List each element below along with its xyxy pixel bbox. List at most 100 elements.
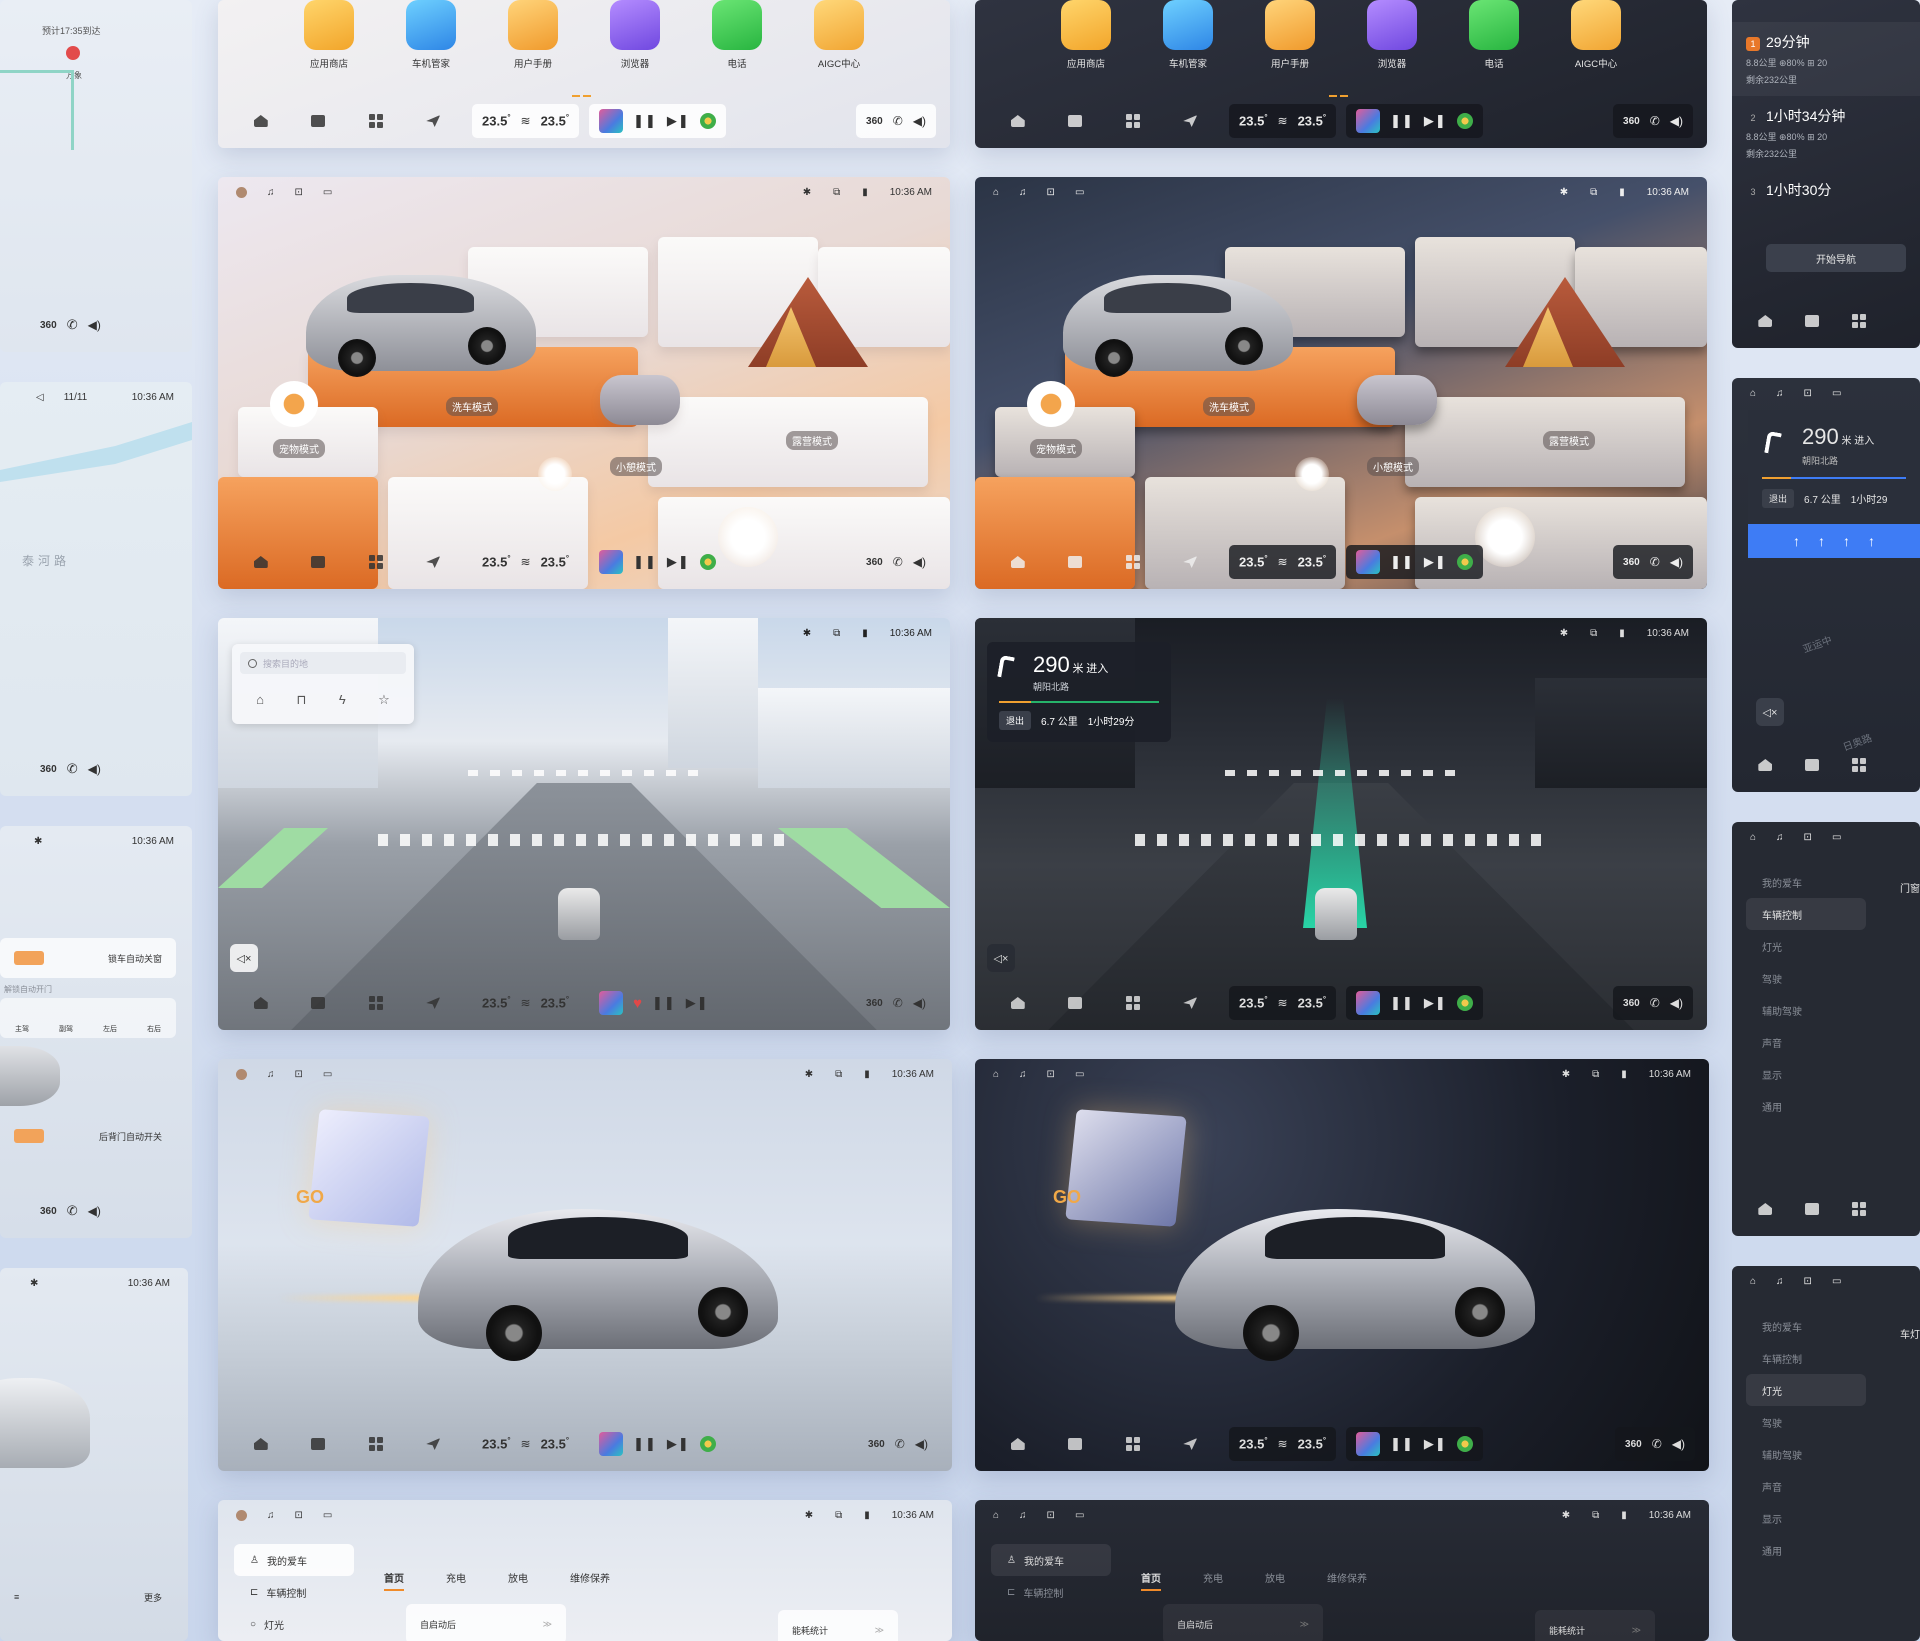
- mute-button[interactable]: ◁×: [1756, 698, 1784, 726]
- music-app-icon[interactable]: [699, 113, 716, 129]
- heart-icon[interactable]: ♥: [633, 995, 642, 1012]
- app-carmgr[interactable]: 车机管家: [1157, 0, 1219, 70]
- home-icon[interactable]: [253, 556, 268, 568]
- home-icon[interactable]: [253, 1438, 268, 1450]
- music-app-icon[interactable]: [1456, 554, 1473, 570]
- toggle-switch[interactable]: [14, 1129, 44, 1143]
- paw-icon[interactable]: [1027, 381, 1075, 427]
- temp-right[interactable]: 23.5°: [1298, 1436, 1327, 1451]
- next-icon[interactable]: ▶❚: [1424, 554, 1447, 570]
- climate-pill[interactable]: 23.5° ≋ 23.5°: [1229, 545, 1337, 579]
- camera-360-icon[interactable]: 360: [868, 1439, 885, 1450]
- car-icon[interactable]: [1068, 997, 1083, 1009]
- volume-icon[interactable]: ◀): [88, 762, 101, 776]
- fan-icon[interactable]: ≋: [521, 996, 531, 1010]
- fan-icon[interactable]: ≋: [521, 1437, 531, 1451]
- sidebar-item-general[interactable]: 通用: [1746, 1534, 1866, 1566]
- seat-label[interactable]: 左后: [103, 1024, 117, 1034]
- camera-360-icon[interactable]: 360: [1623, 116, 1640, 127]
- volume-icon[interactable]: ◀): [913, 114, 926, 128]
- climate-pill[interactable]: 23.5° ≋ 23.5°: [472, 1427, 579, 1461]
- autostart-card[interactable]: 自启动后 ≫: [406, 1604, 566, 1641]
- sidebar-item-vehicle-control[interactable]: 车辆控制: [1746, 1342, 1866, 1374]
- next-icon[interactable]: ▶❚: [667, 554, 690, 570]
- climate-pill[interactable]: 23.5° ≋ 23.5°: [1229, 1427, 1337, 1461]
- sidebar-item-vehicle-control[interactable]: 车辆控制: [1746, 898, 1866, 930]
- app-appstore[interactable]: 应用商店: [298, 0, 360, 70]
- camp-mode-chip[interactable]: 露营模式: [1543, 431, 1595, 450]
- avatar[interactable]: ⌂: [1750, 1276, 1756, 1287]
- home-icon[interactable]: [1010, 556, 1025, 568]
- seat-label[interactable]: 主驾: [15, 1024, 29, 1034]
- app-carmgr[interactable]: 车机管家: [400, 0, 462, 70]
- volume-icon[interactable]: ◀): [915, 1437, 928, 1451]
- mute-button[interactable]: ◁×: [987, 944, 1015, 972]
- climate-pill[interactable]: 23.5° ≋ 23.5°: [1229, 986, 1337, 1020]
- exit-nav-button[interactable]: 退出: [999, 711, 1032, 730]
- temp-left[interactable]: 23.5°: [482, 113, 511, 128]
- lock-icon[interactable]: ⊡: [1047, 1069, 1055, 1080]
- app-aigc[interactable]: AIGC中心: [1565, 0, 1627, 70]
- sidebar-item-display[interactable]: 显示: [1746, 1058, 1866, 1090]
- album-art[interactable]: [599, 1432, 624, 1456]
- pause-icon[interactable]: ❚❚: [1390, 995, 1414, 1011]
- apps-grid-icon[interactable]: [1851, 1202, 1866, 1216]
- home-icon[interactable]: [253, 115, 268, 127]
- sidebar-item-driving[interactable]: 驾驶: [1746, 962, 1866, 994]
- sidebar-item-lights[interactable]: ○ 灯光: [234, 1608, 354, 1640]
- toggle-switch[interactable]: [14, 951, 44, 965]
- car-icon[interactable]: [311, 1438, 326, 1450]
- temp-right[interactable]: 23.5°: [1298, 995, 1327, 1010]
- temp-left[interactable]: 23.5°: [482, 554, 511, 569]
- camera-360-icon[interactable]: 360: [1623, 557, 1640, 568]
- volume-icon[interactable]: ◀): [913, 996, 926, 1010]
- apps-grid-icon[interactable]: [368, 114, 383, 128]
- sidebar-item-lights[interactable]: 灯光: [1746, 1374, 1866, 1406]
- wash-mode-chip[interactable]: 洗车模式: [446, 397, 498, 416]
- media-pill[interactable]: ❚❚ ▶❚: [1346, 986, 1483, 1020]
- apps-grid-icon[interactable]: [1125, 114, 1140, 128]
- navigation-icon[interactable]: [1183, 115, 1198, 127]
- energy-stats-card[interactable]: 能耗统计 ≫: [1535, 1610, 1655, 1641]
- bell-icon[interactable]: ♫: [1776, 1276, 1784, 1287]
- avatar[interactable]: [236, 1068, 247, 1080]
- album-art[interactable]: [1356, 550, 1381, 574]
- sidebar-item-my-car[interactable]: 我的爱车: [1746, 1310, 1866, 1342]
- pause-icon[interactable]: ❚❚: [1390, 554, 1414, 570]
- tailgate-card[interactable]: 后背门自动开关: [0, 1116, 176, 1156]
- temp-right[interactable]: 23.5°: [541, 554, 570, 569]
- navigation-icon[interactable]: [426, 115, 441, 127]
- exit-nav-button[interactable]: 退出: [1762, 489, 1795, 508]
- pause-icon[interactable]: ❚❚: [633, 113, 657, 129]
- camera-360-icon[interactable]: 360: [866, 998, 883, 1009]
- temp-right[interactable]: 23.5°: [541, 113, 570, 128]
- sidebar-item-vehicle-control[interactable]: ⊏ 车辆控制: [234, 1576, 354, 1608]
- paw-icon[interactable]: [270, 381, 318, 427]
- phone-icon[interactable]: ✆: [893, 996, 903, 1010]
- car-icon[interactable]: [1804, 1203, 1819, 1215]
- office-icon[interactable]: ⊓: [296, 692, 306, 708]
- album-art[interactable]: [599, 991, 624, 1015]
- tab-home[interactable]: 首页: [384, 1570, 404, 1591]
- energy-stats-card[interactable]: 能耗统计 ≫: [778, 1610, 898, 1641]
- rest-mode-chip[interactable]: 小憩模式: [1367, 457, 1419, 476]
- route-option-1[interactable]: 1 29分钟 8.8公里 ⊕80% ⊞ 20 剩余232公里: [1732, 22, 1920, 96]
- next-icon[interactable]: ▶❚: [667, 1436, 690, 1452]
- volume-icon[interactable]: ◀): [88, 318, 101, 332]
- temp-right[interactable]: 23.5°: [541, 995, 570, 1010]
- app-browser[interactable]: 浏览器: [604, 0, 666, 70]
- home-icon[interactable]: [1758, 1203, 1773, 1215]
- album-art[interactable]: [1356, 1432, 1381, 1456]
- sidebar-item-driving[interactable]: 驾驶: [1746, 1406, 1866, 1438]
- rest-mode-chip[interactable]: 小憩模式: [610, 457, 662, 476]
- lock-icon[interactable]: ⊡: [1047, 1510, 1055, 1521]
- fan-icon[interactable]: ≋: [521, 114, 531, 128]
- volume-icon[interactable]: ◀): [1670, 114, 1683, 128]
- media-pill[interactable]: ❚❚ ▶❚: [589, 545, 726, 579]
- home-icon[interactable]: [1010, 115, 1025, 127]
- sidebar-item-sound[interactable]: 声音: [1746, 1470, 1866, 1502]
- music-app-icon[interactable]: [1456, 113, 1473, 129]
- route-option-3[interactable]: 3 1小时30分: [1732, 170, 1920, 210]
- music-app-icon[interactable]: [1456, 995, 1473, 1011]
- lock-window-card[interactable]: 锁车自动关窗: [0, 938, 176, 978]
